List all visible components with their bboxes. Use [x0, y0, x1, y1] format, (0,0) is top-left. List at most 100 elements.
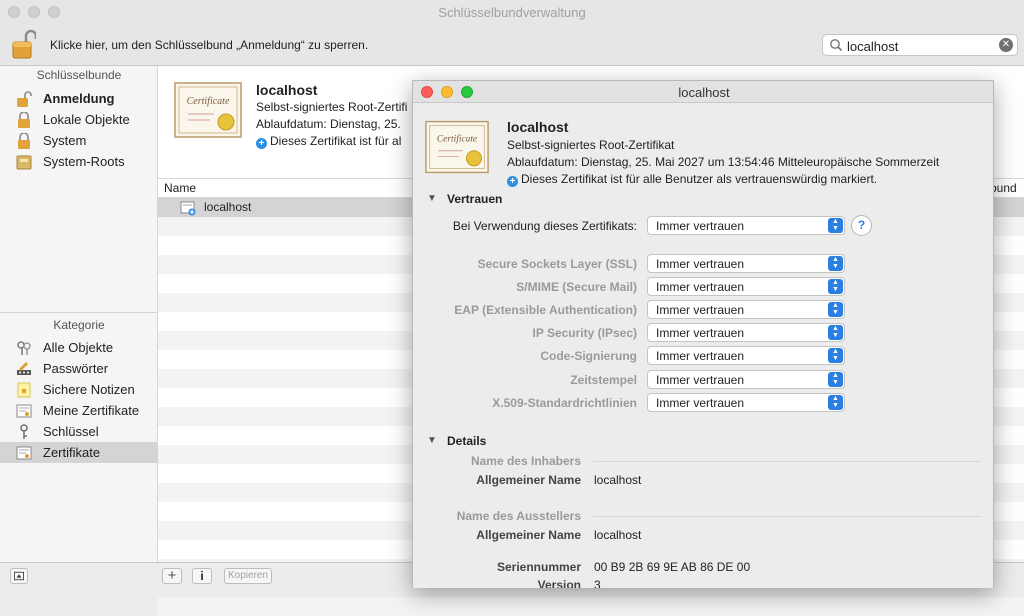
version-value: 3 [594, 578, 601, 588]
policy-code-signing-select[interactable]: Immer vertrauen ▲ ▼ [647, 346, 845, 365]
policy-ipsec-select[interactable]: Immer vertrauen ▲ ▼ [647, 323, 845, 342]
serial-label: Seriennummer [496, 560, 581, 574]
add-item-button[interactable]: + [162, 568, 182, 584]
table-row [158, 597, 1024, 616]
sidebar: Schlüsselbunde Anmeldung Lokale Objekte … [0, 66, 158, 562]
subject-separator [593, 461, 981, 462]
dialog-titlebar: localhost [413, 81, 993, 103]
cert-trust-note: + Dieses Zertifikat ist für al [256, 134, 401, 149]
cert-trust-text: Dieses Zertifikat ist für al [270, 134, 402, 148]
select-value: Immer vertrauen [656, 396, 745, 410]
column-keychain-header[interactable]: bund [990, 181, 1017, 195]
dialog-cert-expiry: Ablaufdatum: Dienstag, 25. Mai 2027 um 1… [507, 155, 940, 169]
trust-disclosure-triangle-icon[interactable]: ▼ [427, 193, 437, 204]
trust-section-title[interactable]: Vertrauen [447, 192, 502, 206]
sidebar-item-label: System [43, 133, 87, 148]
certificate-icon [180, 201, 196, 216]
search-icon [830, 39, 843, 52]
details-disclosure-triangle-icon[interactable]: ▼ [427, 435, 437, 446]
issuer-separator [593, 516, 981, 517]
column-name-header[interactable]: Name [164, 181, 196, 195]
select-value: Immer vertrauen [656, 349, 745, 363]
policy-timestamp-select[interactable]: Immer vertrauen ▲ ▼ [647, 370, 845, 389]
details-section-title[interactable]: Details [447, 434, 486, 448]
sidebar-item-lokale-objekte[interactable]: Lokale Objekte [0, 109, 158, 130]
search-input[interactable]: localhost [847, 39, 898, 54]
policy-timestamp-label: Zeitstempel [570, 373, 637, 387]
sidebar-item-alle-objekte[interactable]: Alle Objekte [0, 337, 158, 358]
version-label: Version [537, 578, 581, 588]
select-value: Immer vertrauen [656, 257, 745, 271]
policy-eap-select[interactable]: Immer vertrauen ▲ ▼ [647, 300, 845, 319]
subject-cn-label: Allgemeiner Name [476, 473, 581, 487]
issuer-cn-value: localhost [594, 528, 642, 542]
when-using-select[interactable]: Immer vertrauen ▲ ▼ [647, 216, 845, 235]
select-value: Immer vertrauen [656, 303, 745, 317]
key-icon [20, 424, 28, 439]
when-using-label: Bei Verwendung dieses Zertifikats: [452, 219, 637, 233]
select-arrows-icon: ▲ ▼ [828, 279, 843, 294]
policy-ssl-label: Secure Sockets Layer (SSL) [477, 257, 637, 271]
select-arrows-icon: ▲ ▼ [828, 395, 843, 410]
select-arrows-icon: ▲ ▼ [828, 325, 843, 340]
lock-hint-text[interactable]: Klicke hier, um den Schlüsselbund „Anmel… [50, 38, 368, 52]
select-value: Immer vertrauen [656, 219, 745, 233]
cert-expiry: Ablaufdatum: Dienstag, 25. [256, 117, 401, 131]
sidebar-item-anmeldung[interactable]: Anmeldung [0, 88, 158, 109]
lock-open-icon[interactable] [12, 28, 36, 60]
policy-smime-select[interactable]: Immer vertrauen ▲ ▼ [647, 277, 845, 296]
sidebar-divider [0, 312, 158, 313]
certificate-image-text: Certificate [187, 96, 230, 107]
serial-value: 00 B9 2B 69 9E AB 86 DE 00 [594, 560, 751, 574]
help-button[interactable]: ? [851, 215, 872, 236]
keys-icon [17, 341, 31, 355]
issuer-group-label: Name des Ausstellers [456, 509, 581, 523]
select-value: Immer vertrauen [656, 280, 745, 294]
info-button[interactable]: i [192, 568, 212, 584]
sidebar-item-label: Schlüssel [43, 424, 99, 439]
sidebar-item-label: Meine Zertifikate [43, 403, 140, 418]
sidebar-item-meine-zertifikate[interactable]: Meine Zertifikate [0, 400, 158, 421]
policy-eap-label: EAP (Extensible Authentication) [454, 303, 637, 317]
sidebar-item-passwoerter[interactable]: Passwörter [0, 358, 158, 379]
subject-cn-value: localhost [594, 473, 642, 487]
sidebar-item-schluessel[interactable]: Schlüssel [0, 421, 158, 442]
policy-ssl-select[interactable]: Immer vertrauen ▲ ▼ [647, 254, 845, 273]
copy-button[interactable]: Kopieren [224, 568, 272, 584]
main-titlebar: Schlüsselbundverwaltung [0, 0, 1024, 24]
sidebar-item-system[interactable]: System [0, 130, 158, 151]
policy-smime-label: S/MIME (Secure Mail) [516, 280, 637, 294]
certificate-image-text: Certificate [437, 133, 477, 144]
keychains-header: Schlüsselbunde [36, 68, 122, 82]
issuer-cn-label: Allgemeiner Name [476, 528, 581, 542]
cabinet-icon [16, 155, 32, 170]
sidebar-item-zertifikate[interactable]: Zertifikate [0, 442, 158, 463]
sidebar-item-sichere-notizen[interactable]: Sichere Notizen [0, 379, 158, 400]
clear-search-icon[interactable]: ✕ [999, 38, 1013, 52]
my-certificate-icon [16, 404, 32, 418]
certificate-image-icon: Certificate [174, 82, 242, 138]
sidebar-item-label: System-Roots [43, 154, 125, 169]
search-field[interactable]: localhost ✕ [822, 34, 1018, 56]
select-value: Immer vertrauen [656, 373, 745, 387]
sidebar-item-label: Anmeldung [43, 91, 115, 106]
toggle-sidebar-button[interactable] [10, 568, 28, 584]
note-icon [17, 382, 31, 398]
lock-icon [17, 91, 32, 107]
sidebar-item-label: Sichere Notizen [43, 382, 135, 397]
select-arrows-icon: ▲ ▼ [828, 218, 843, 233]
cert-type: Selbst-signiertes Root-Zertifi [256, 100, 408, 114]
category-header: Kategorie [53, 318, 105, 332]
dialog-trust-text: Dieses Zertifikat ist für alle Benutzer … [521, 172, 878, 186]
select-arrows-icon: ▲ ▼ [828, 348, 843, 363]
dialog-cert-title: localhost [507, 119, 569, 135]
sidebar-item-label: Passwörter [43, 361, 109, 376]
certificate-image-icon: Certificate [425, 120, 489, 174]
sidebar-item-system-roots[interactable]: System-Roots [0, 151, 158, 172]
certificate-detail-window: localhost Certificate localhost Selbst-s… [412, 80, 994, 588]
policy-x509-select[interactable]: Immer vertrauen ▲ ▼ [647, 393, 845, 412]
dialog-trust-note: + Dieses Zertifikat ist für alle Benutzer… [507, 172, 877, 187]
select-arrows-icon: ▲ ▼ [828, 256, 843, 271]
select-arrows-icon: ▲ ▼ [828, 372, 843, 387]
dialog-title: localhost [678, 85, 730, 100]
